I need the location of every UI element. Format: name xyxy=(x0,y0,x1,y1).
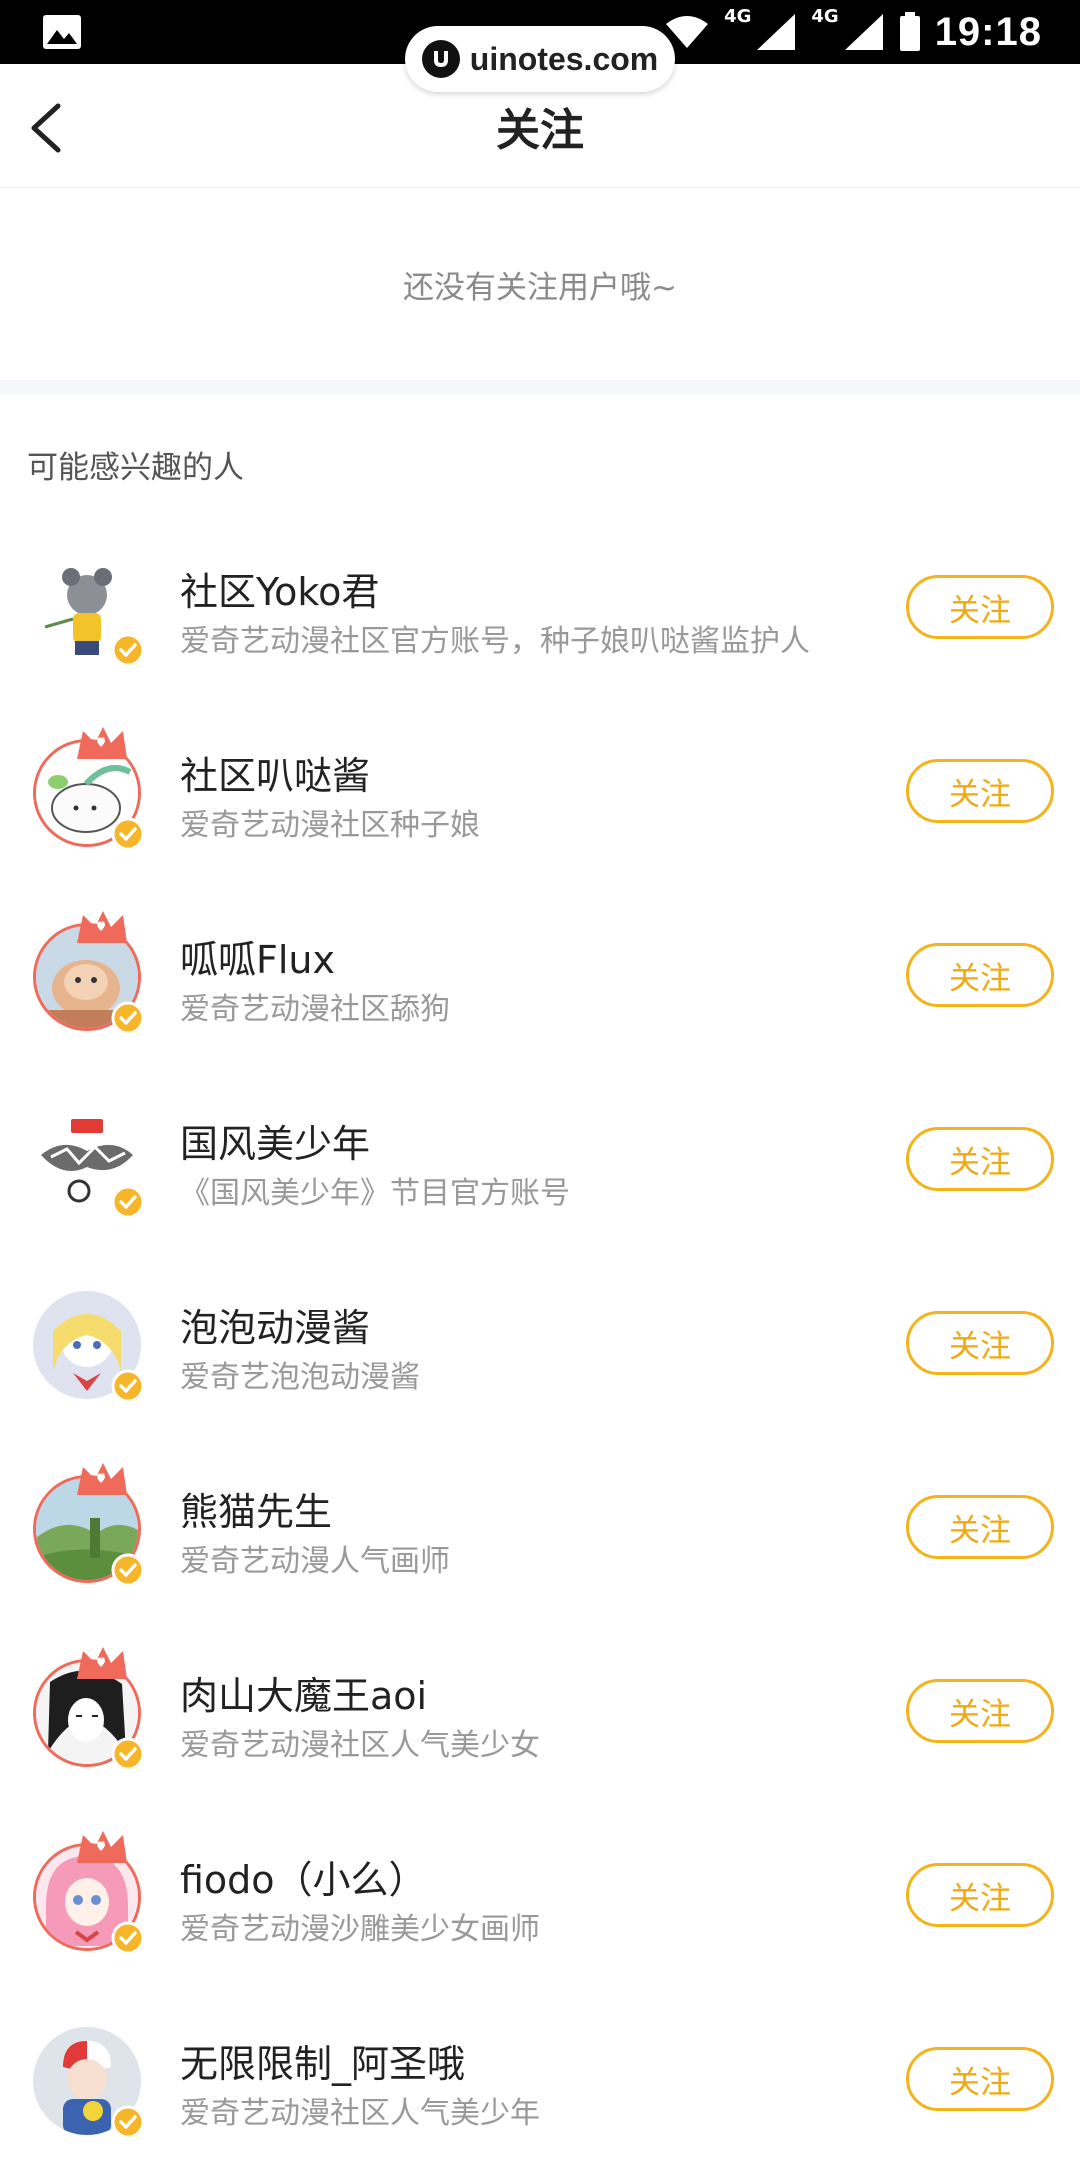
clock: 19:18 xyxy=(934,9,1042,54)
verified-badge-icon xyxy=(111,1369,145,1403)
uinotes-logo-icon xyxy=(421,40,460,78)
status-right: 4G 4G 19:18 xyxy=(664,0,1042,64)
avatar[interactable] xyxy=(33,1107,145,1219)
network-label: 4G xyxy=(724,5,752,27)
network-label: 4G xyxy=(811,5,839,27)
user-row[interactable]: 呱呱Flux 爱奇艺动漫社区舔狗 关注 xyxy=(0,883,1080,1067)
user-description: 爱奇艺动漫社区官方账号，种子娘叭哒酱监护人 xyxy=(180,624,810,659)
verified-badge-icon xyxy=(111,633,145,667)
user-name[interactable]: fiodo（小么） xyxy=(180,1849,427,1904)
follow-button[interactable]: 关注 xyxy=(906,1679,1054,1743)
gallery-icon xyxy=(43,15,81,49)
user-row[interactable]: 无限限制_阿圣哦 爱奇艺动漫社区人气美少年 关注 xyxy=(0,1987,1080,2171)
user-description: 爱奇艺动漫社区舔狗 xyxy=(180,992,450,1027)
user-description: 爱奇艺泡泡动漫酱 xyxy=(180,1360,420,1395)
page-title: 关注 xyxy=(496,105,584,156)
verified-badge-icon xyxy=(111,1001,145,1035)
follow-button[interactable]: 关注 xyxy=(906,1863,1054,1927)
follow-button[interactable]: 关注 xyxy=(906,759,1054,823)
avatar[interactable] xyxy=(33,911,145,1035)
follow-button[interactable]: 关注 xyxy=(906,943,1054,1007)
user-name[interactable]: 呱呱Flux xyxy=(180,929,335,984)
user-description: 爱奇艺动漫社区人气美少年 xyxy=(180,2096,540,2131)
verified-badge-icon xyxy=(111,1737,145,1771)
signal-icon xyxy=(757,14,796,50)
avatar[interactable] xyxy=(33,1647,145,1771)
empty-state-text: 还没有关注用户哦~ xyxy=(403,269,677,306)
watermark: uinotes.com xyxy=(405,26,675,92)
verified-badge-icon xyxy=(111,817,145,851)
user-row[interactable]: 社区Yoko君 爱奇艺动漫社区官方账号，种子娘叭哒酱监护人 关注 xyxy=(0,515,1080,699)
recommended-user-list: 社区Yoko君 爱奇艺动漫社区官方账号，种子娘叭哒酱监护人 关注 社区叭哒酱 爱… xyxy=(0,515,1080,2171)
user-row[interactable]: 国风美少年 《国风美少年》节目官方账号 关注 xyxy=(0,1067,1080,1251)
avatar[interactable] xyxy=(33,727,145,851)
follow-button[interactable]: 关注 xyxy=(906,1311,1054,1375)
user-row[interactable]: 熊猫先生 爱奇艺动漫人气画师 关注 xyxy=(0,1435,1080,1619)
verified-badge-icon xyxy=(111,1921,145,1955)
signal-icon xyxy=(844,14,883,50)
user-row[interactable]: fiodo（小么） 爱奇艺动漫沙雕美少女画师 关注 xyxy=(0,1803,1080,1987)
user-name[interactable]: 熊猫先生 xyxy=(180,1481,332,1536)
user-row[interactable]: 社区叭哒酱 爱奇艺动漫社区种子娘 关注 xyxy=(0,699,1080,883)
follow-button[interactable]: 关注 xyxy=(906,1495,1054,1559)
avatar[interactable] xyxy=(33,1463,145,1587)
verified-badge-icon xyxy=(111,1553,145,1587)
avatar[interactable] xyxy=(33,2027,145,2139)
crown-badge-icon xyxy=(77,1831,127,1863)
verified-badge-icon xyxy=(111,1185,145,1219)
user-name[interactable]: 肉山大魔王aoi xyxy=(180,1665,427,1720)
battery-icon xyxy=(899,12,920,51)
watermark-text: uinotes.com xyxy=(469,40,659,77)
user-description: 《国风美少年》节目官方账号 xyxy=(180,1176,570,1211)
section-title: 可能感兴趣的人 xyxy=(27,450,244,486)
user-description: 爱奇艺动漫人气画师 xyxy=(180,1544,450,1579)
follow-button[interactable]: 关注 xyxy=(906,2047,1054,2111)
crown-badge-icon xyxy=(77,1647,127,1679)
user-name[interactable]: 国风美少年 xyxy=(180,1113,370,1168)
user-name[interactable]: 无限限制_阿圣哦 xyxy=(180,2033,465,2088)
user-row[interactable]: 泡泡动漫酱 爱奇艺泡泡动漫酱 关注 xyxy=(0,1251,1080,1435)
user-description: 爱奇艺动漫社区种子娘 xyxy=(180,808,480,843)
user-description: 爱奇艺动漫社区人气美少女 xyxy=(180,1728,540,1763)
user-row[interactable]: 肉山大魔王aoi 爱奇艺动漫社区人气美少女 关注 xyxy=(0,1619,1080,1803)
user-name[interactable]: 泡泡动漫酱 xyxy=(180,1297,370,1352)
follow-button[interactable]: 关注 xyxy=(906,1127,1054,1191)
avatar[interactable] xyxy=(33,1831,145,1955)
follow-button[interactable]: 关注 xyxy=(906,575,1054,639)
user-description: 爱奇艺动漫沙雕美少女画师 xyxy=(180,1912,540,1947)
crown-badge-icon xyxy=(77,1463,127,1495)
user-name[interactable]: 社区叭哒酱 xyxy=(180,745,370,800)
crown-badge-icon xyxy=(77,727,127,759)
user-name[interactable]: 社区Yoko君 xyxy=(180,561,379,616)
verified-badge-icon xyxy=(111,2105,145,2139)
avatar[interactable] xyxy=(33,555,145,667)
avatar[interactable] xyxy=(33,1291,145,1403)
crown-badge-icon xyxy=(77,911,127,943)
section-divider xyxy=(0,380,1080,394)
